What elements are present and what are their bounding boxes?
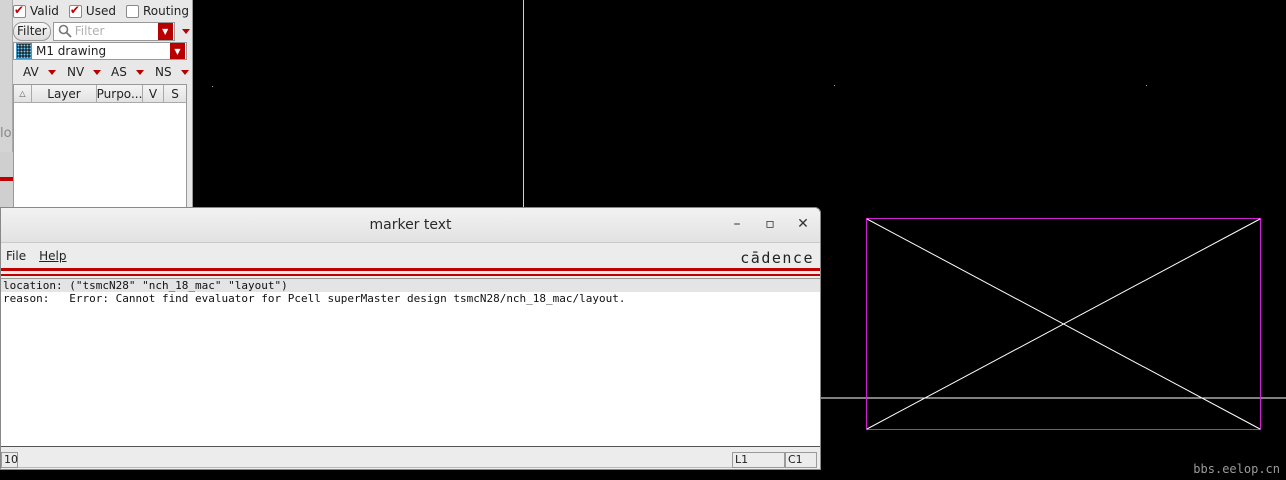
col-purpose[interactable]: Purpo... (97, 85, 143, 102)
layer-filter-checkboxes: Valid Used Routing (13, 2, 189, 20)
av-button[interactable]: AV (13, 65, 57, 79)
current-layer-select[interactable]: M1 drawing ▼ (13, 42, 187, 60)
strip-red-line (0, 177, 13, 181)
nv-button[interactable]: NV (57, 65, 102, 79)
search-icon (58, 24, 72, 38)
valid-checkbox[interactable]: Valid (13, 3, 59, 18)
layer-table: △ Layer Purpo... V S (13, 84, 187, 208)
marker-reason-line: reason: Error: Cannot find evaluator for… (3, 292, 626, 305)
used-label: Used (85, 4, 116, 18)
used-checkbox[interactable]: Used (68, 3, 116, 18)
filter-input[interactable] (74, 24, 161, 38)
as-arrow-icon[interactable] (135, 69, 144, 75)
filter-button[interactable]: Filter (13, 21, 51, 41)
visibility-buttons: AV NV AS NS (13, 63, 189, 81)
grid-dot (834, 85, 835, 86)
palette-side-strip: lo (0, 0, 13, 208)
status-message (18, 452, 732, 468)
status-column: C1 (785, 451, 817, 468)
av-label: AV (23, 65, 39, 79)
routing-label: Routing (142, 4, 189, 18)
layer-table-header: △ Layer Purpo... V S (14, 85, 186, 103)
current-layer-label: M1 drawing (36, 44, 107, 58)
filter-box: ▼ (52, 21, 175, 41)
routing-checkbox[interactable]: Routing (125, 4, 189, 18)
layer-swatch-icon (16, 43, 32, 59)
ns-arrow-icon[interactable] (180, 69, 189, 75)
used-check-icon[interactable] (68, 3, 82, 18)
dialog-title: marker text (369, 217, 452, 233)
sort-up-icon: △ (19, 89, 26, 98)
grid-dot (212, 86, 213, 87)
nv-arrow-icon[interactable] (93, 69, 102, 75)
canvas-axis-line (523, 0, 524, 208)
cadence-logo: cādence (740, 249, 814, 267)
ns-button[interactable]: NS (145, 65, 189, 79)
as-button[interactable]: AS (101, 65, 145, 79)
brand-rule-thin (1, 274, 820, 276)
hidden-text: lo (0, 126, 12, 141)
brand-rule-thick (1, 268, 820, 271)
filter-dropdown-button[interactable]: ▼ (157, 22, 173, 40)
dialog-titlebar[interactable]: marker text – ▫ ✕ (1, 208, 820, 243)
close-icon[interactable]: ✕ (794, 216, 812, 232)
valid-check-icon[interactable] (13, 3, 26, 18)
col-selectable[interactable]: S (164, 85, 186, 102)
layer-palette: lo Valid Used Routing Filter ▼ M (0, 0, 193, 208)
maximize-icon[interactable]: ▫ (761, 216, 779, 232)
col-layer[interactable]: Layer (32, 85, 97, 102)
menu-file[interactable]: File (6, 249, 26, 263)
menu-help[interactable]: Help (39, 249, 66, 263)
dialog-menubar: File Help cādence (1, 244, 820, 268)
ns-label: NS (155, 65, 172, 79)
routing-check-icon[interactable] (125, 4, 139, 18)
marker-text-area[interactable]: location: ("tsmcN28" "nch_18_mac" "layou… (1, 278, 820, 447)
status-left: 10 (1, 451, 18, 468)
status-line: L1 (732, 451, 785, 468)
marker-location-line: location: ("tsmcN28" "nch_18_mac" "layou… (1, 279, 820, 292)
filter-row: Filter ▼ (13, 21, 190, 41)
unresolved-pcell-instance[interactable] (820, 200, 1286, 440)
marker-text-dialog: marker text – ▫ ✕ File Help cādence loca… (0, 207, 821, 470)
col-visible[interactable]: V (143, 85, 164, 102)
layer-dropdown-button[interactable]: ▼ (170, 43, 185, 59)
nv-label: NV (67, 65, 85, 79)
valid-label: Valid (30, 4, 59, 18)
av-arrow-icon[interactable] (47, 69, 56, 75)
sort-toggle[interactable]: △ (14, 85, 32, 102)
grid-dot (1146, 85, 1147, 86)
minimize-icon[interactable]: – (728, 216, 746, 232)
watermark: bbs.eelop.cn (1193, 462, 1280, 476)
dialog-statusbar: 10 L1 C1 (1, 450, 820, 469)
filter-options-arrow-icon[interactable] (181, 28, 190, 34)
as-label: AS (111, 65, 127, 79)
